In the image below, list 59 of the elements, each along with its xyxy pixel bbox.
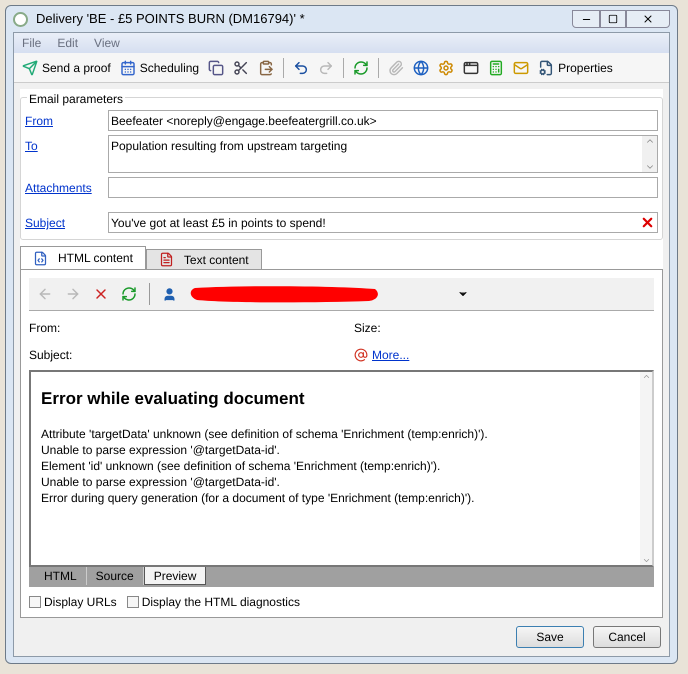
menu-item[interactable]: File — [22, 34, 42, 52]
checkbox-label: Display URLs — [44, 594, 117, 611]
field-label-link[interactable]: To — [25, 135, 108, 155]
field-label-link[interactable]: Subject — [25, 212, 108, 232]
scroll-up-icon[interactable] — [642, 372, 650, 381]
scissors-icon[interactable] — [233, 60, 250, 76]
error-message: Unable to parse expression '@targetData-id'. — [41, 474, 281, 490]
copy-icon[interactable] — [208, 60, 224, 76]
globe-icon[interactable] — [413, 60, 430, 76]
scroll-down-icon[interactable] — [642, 556, 650, 565]
close-button[interactable] — [626, 10, 670, 28]
to-field[interactable]: Population resulting from upstream targeting — [108, 135, 658, 173]
error-message: Element 'id' unknown (see definition of schema 'Enrichment (temp:enrich)'). — [41, 458, 442, 474]
text-file-icon — [158, 252, 174, 267]
maximize-icon — [608, 14, 618, 24]
refresh-icon[interactable] — [121, 286, 137, 302]
error-message: Attribute 'targetData' unknown (see definition of schema 'Enrichment (temp:enrich)'). — [41, 426, 489, 442]
input-field[interactable]: You've got at least £5 in points to spend! — [108, 212, 658, 233]
clear-icon[interactable] — [640, 215, 655, 230]
error-message: Error during query generation (for a document of type 'Enrichment (temp:enrich)'). — [41, 490, 476, 506]
input-field[interactable] — [108, 177, 658, 198]
toolbar-button[interactable]: Send a proof — [22, 58, 111, 76]
calculator-icon[interactable] — [488, 60, 504, 76]
field-label-link[interactable]: From — [25, 110, 108, 130]
content-tab[interactable]: Text content — [146, 249, 262, 269]
maximize-button[interactable] — [600, 10, 626, 28]
input-field[interactable]: Beefeater <noreply@engage.beefeatergrill.co.uk> — [108, 110, 658, 131]
content-tab[interactable]: HTML content — [20, 246, 146, 269]
close-icon — [642, 13, 654, 25]
checkbox[interactable] — [29, 596, 41, 608]
user-icon — [162, 286, 177, 302]
error-message: Unable to parse expression '@targetData-id'. — [41, 442, 281, 458]
view-tab[interactable]: Preview — [144, 567, 206, 585]
scrollbar[interactable] — [642, 136, 657, 172]
subject-label: Subject: — [29, 347, 74, 364]
clipboard-icon[interactable] — [258, 60, 274, 76]
dialog-button[interactable]: Cancel — [593, 626, 661, 648]
field-label-link[interactable]: Attachments — [25, 177, 108, 197]
refresh-icon[interactable] — [353, 60, 370, 76]
checkbox[interactable] — [126, 596, 139, 608]
error-heading: Error while evaluating document — [41, 388, 306, 410]
toolbar-button[interactable]: Properties — [538, 58, 613, 76]
html-file-icon — [33, 250, 48, 266]
envelope-icon[interactable] — [513, 60, 530, 76]
settings-icon[interactable] — [438, 60, 454, 76]
dialog-button[interactable]: Save — [516, 626, 584, 648]
app-icon — [13, 12, 28, 26]
menu-item[interactable]: Edit — [57, 34, 78, 52]
toolbar-button[interactable]: Scheduling — [120, 58, 200, 76]
window-icon[interactable] — [463, 60, 480, 76]
scrollbar[interactable] — [640, 372, 652, 565]
size-label: Size: — [354, 320, 382, 337]
email-icon — [354, 348, 368, 362]
undo-icon[interactable] — [293, 60, 310, 76]
window-title: Delivery 'BE - £5 POINTS BURN (DM16794)' * — [36, 10, 305, 28]
more-link[interactable]: More... — [372, 346, 410, 364]
checkbox-label: Display the HTML diagnostics — [142, 594, 300, 611]
menu-item[interactable]: View — [94, 34, 120, 52]
from-label: From: — [29, 320, 62, 337]
